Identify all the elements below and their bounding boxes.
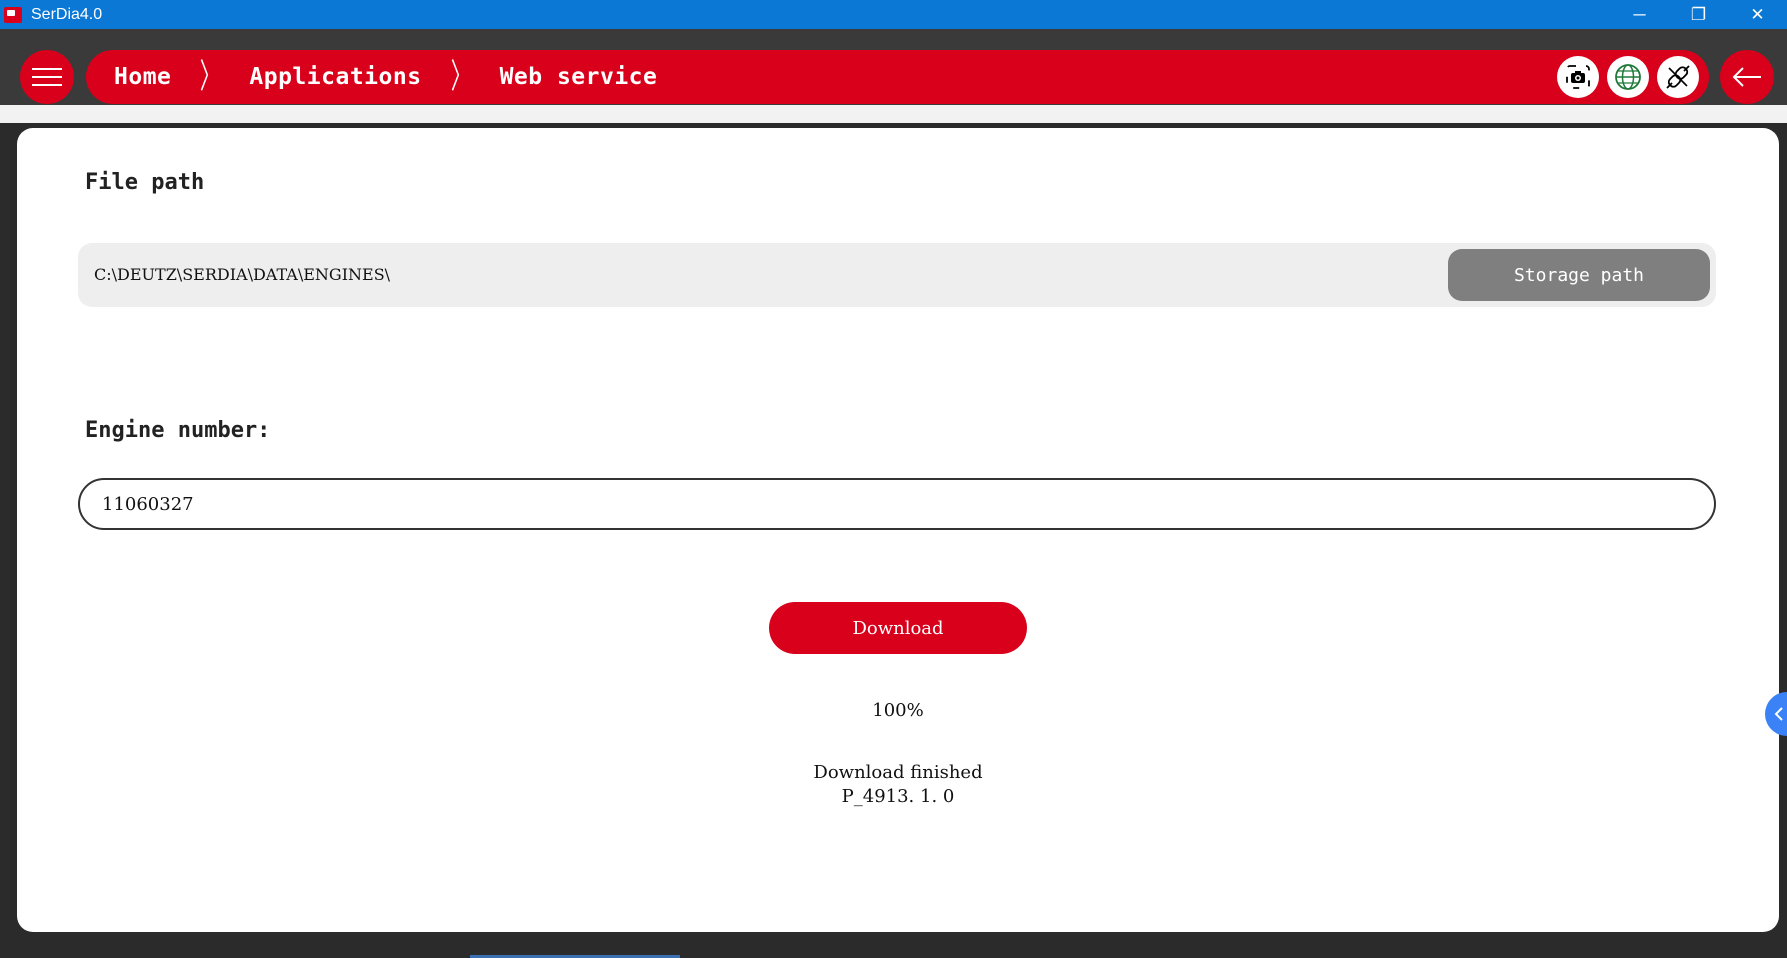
file-path-field: C:\DEUTZ\SERDIA\DATA\ENGINES\ Storage pa… bbox=[78, 243, 1716, 307]
breadcrumb: Home 〉 Applications 〉 Web service bbox=[86, 50, 1709, 104]
breadcrumb-web-service: Web service bbox=[499, 64, 658, 90]
web-button[interactable] bbox=[1607, 56, 1649, 98]
maximize-button[interactable]: ❐ bbox=[1669, 0, 1728, 29]
version-text: P_4913. 1. 0 bbox=[841, 786, 955, 807]
screenshot-button[interactable] bbox=[1557, 56, 1599, 98]
hamburger-icon-line bbox=[32, 84, 62, 86]
back-button[interactable] bbox=[1720, 50, 1774, 104]
close-button[interactable]: ✕ bbox=[1728, 0, 1787, 29]
progress-text: 100% bbox=[872, 700, 924, 721]
web-service-panel: File path C:\DEUTZ\SERDIA\DATA\ENGINES\ … bbox=[17, 128, 1779, 932]
storage-path-button[interactable]: Storage path bbox=[1448, 249, 1710, 301]
breadcrumb-home[interactable]: Home bbox=[114, 64, 171, 90]
chevron-left-icon bbox=[1774, 707, 1783, 721]
menu-button[interactable] bbox=[20, 50, 74, 104]
breadcrumb-applications[interactable]: Applications bbox=[249, 64, 421, 90]
chevron-right-icon: 〉 bbox=[450, 57, 471, 97]
hamburger-icon-line bbox=[32, 76, 62, 78]
disconnect-icon bbox=[1666, 65, 1690, 89]
back-arrow-icon bbox=[1732, 67, 1761, 87]
window-title: SerDia4.0 bbox=[31, 5, 103, 23]
window-controls: ─ ❐ ✕ bbox=[1610, 0, 1787, 29]
app-icon bbox=[4, 6, 22, 23]
file-path-value: C:\DEUTZ\SERDIA\DATA\ENGINES\ bbox=[94, 265, 391, 284]
window-titlebar: SerDia4.0 ─ ❐ ✕ bbox=[0, 0, 1787, 29]
minimize-button[interactable]: ─ bbox=[1610, 0, 1669, 29]
hamburger-icon-line bbox=[32, 68, 62, 70]
engine-number-input[interactable] bbox=[78, 478, 1716, 530]
chevron-right-icon: 〉 bbox=[200, 57, 221, 97]
engine-number-label: Engine number: bbox=[85, 418, 271, 443]
globe-icon bbox=[1615, 64, 1641, 90]
camera-icon bbox=[1566, 65, 1590, 89]
toolbar bbox=[1557, 56, 1699, 98]
nav-divider bbox=[0, 105, 1787, 123]
download-button[interactable]: Download bbox=[769, 602, 1027, 654]
file-path-label: File path bbox=[85, 170, 205, 195]
connection-button[interactable] bbox=[1657, 56, 1699, 98]
status-message: Download finished bbox=[813, 762, 983, 783]
